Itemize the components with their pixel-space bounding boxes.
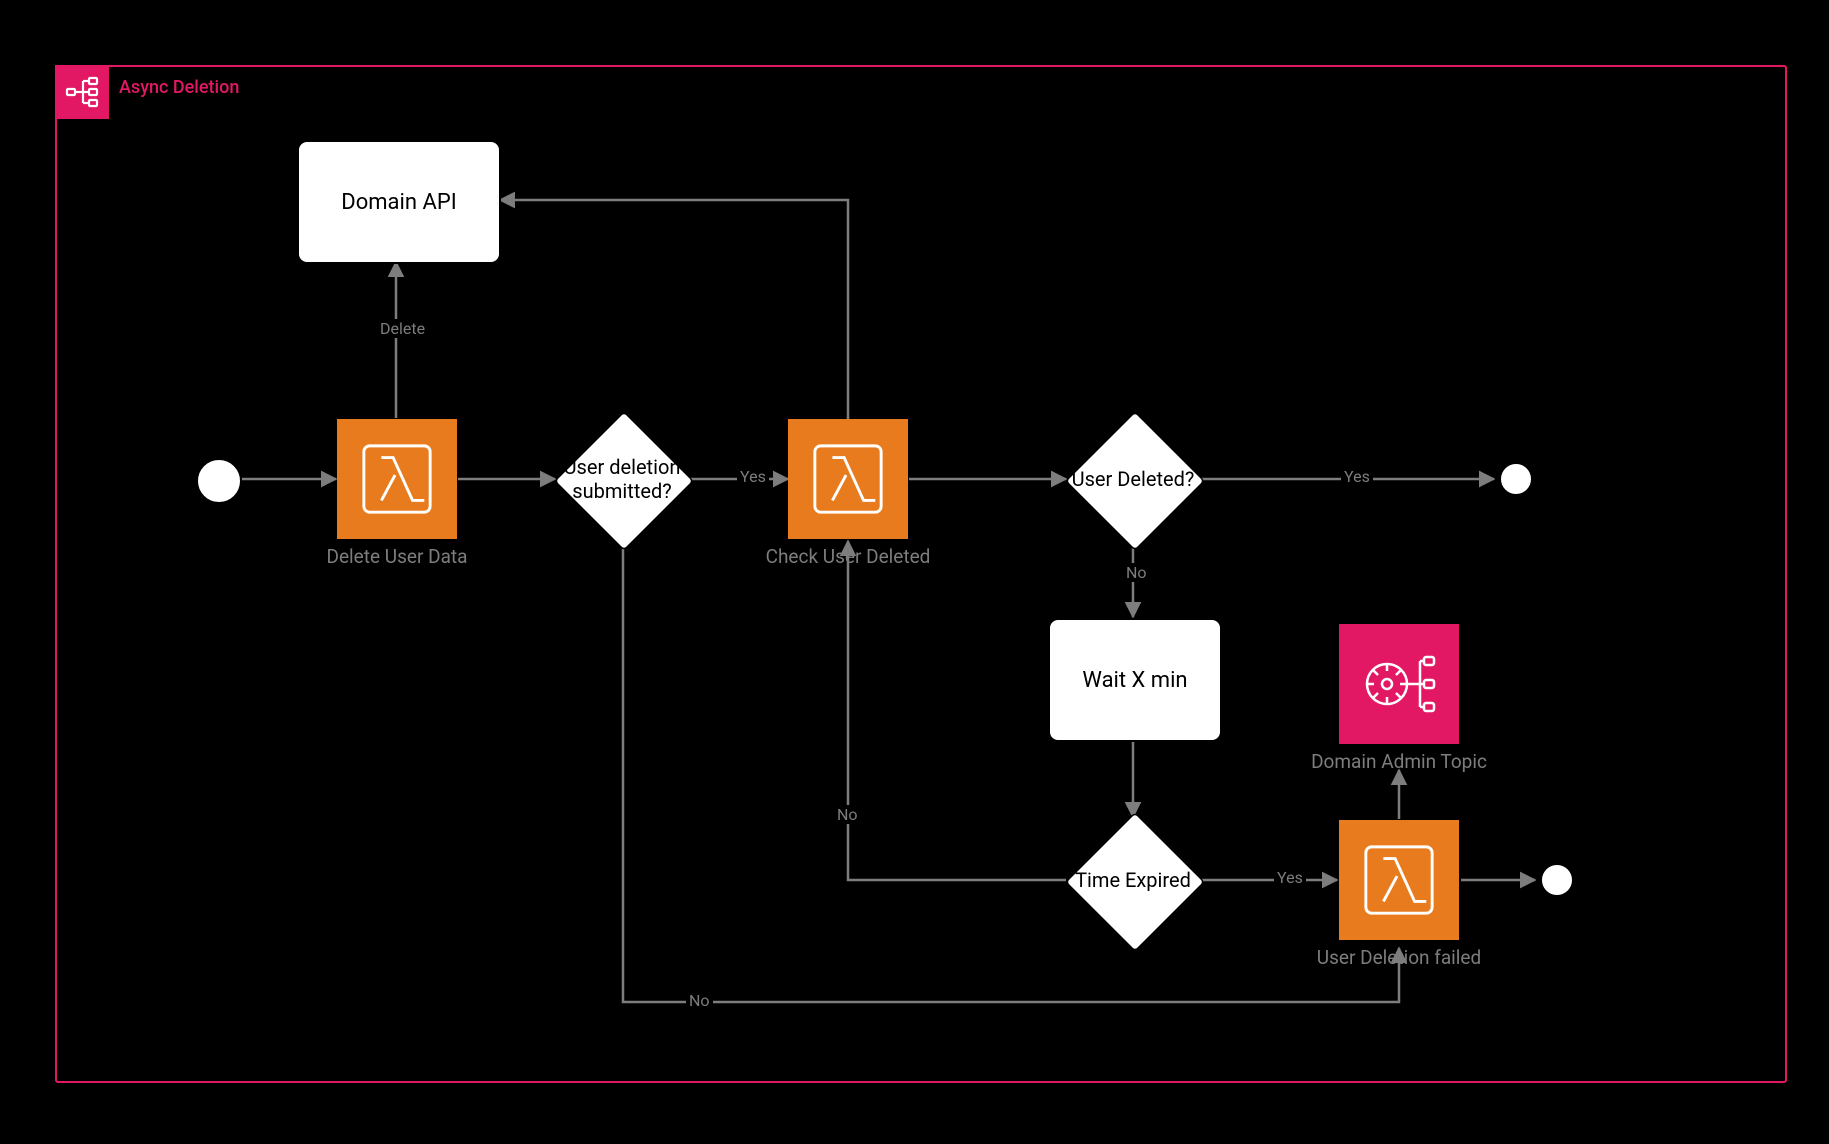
lambda-check-user-label: Check User Deleted xyxy=(748,545,948,569)
lambda-fail-label: User Deletion failed xyxy=(1299,946,1499,970)
step-functions-icon xyxy=(55,65,109,119)
sns-icon xyxy=(1356,641,1442,727)
lambda-icon xyxy=(809,440,887,518)
lambda-icon xyxy=(1360,841,1438,919)
sns-topic-label: Domain Admin Topic xyxy=(1299,750,1499,774)
lambda-delete-user-label: Delete User Data xyxy=(297,545,497,569)
pool-title: Async Deletion xyxy=(119,77,239,98)
end-event-success[interactable] xyxy=(1495,458,1537,500)
domain-api-label: Domain API xyxy=(341,190,456,215)
lambda-check-user[interactable] xyxy=(788,419,908,539)
gw-deleted-label: User Deleted? xyxy=(1043,414,1223,544)
wait-label: Wait X min xyxy=(1082,668,1187,693)
lambda-delete-user[interactable] xyxy=(337,419,457,539)
gw-expired-label: Time Expired xyxy=(1043,815,1223,945)
gw-submitted[interactable]: User deletion submitted? xyxy=(557,414,687,544)
gw-deleted[interactable]: User Deleted? xyxy=(1068,414,1198,544)
lambda-fail[interactable] xyxy=(1339,820,1459,940)
sns-topic[interactable] xyxy=(1339,624,1459,744)
gw-submitted-label: User deletion submitted? xyxy=(532,414,712,544)
wait-box[interactable]: Wait X min xyxy=(1048,618,1222,742)
end-event-fail[interactable] xyxy=(1536,859,1578,901)
diagram-canvas[interactable]: Delete Yes No Yes No No Yes Async Deleti… xyxy=(0,0,1829,1144)
lambda-icon xyxy=(358,440,436,518)
gw-expired[interactable]: Time Expired xyxy=(1068,815,1198,945)
domain-api-box[interactable]: Domain API xyxy=(297,140,501,264)
start-event[interactable] xyxy=(196,458,242,504)
